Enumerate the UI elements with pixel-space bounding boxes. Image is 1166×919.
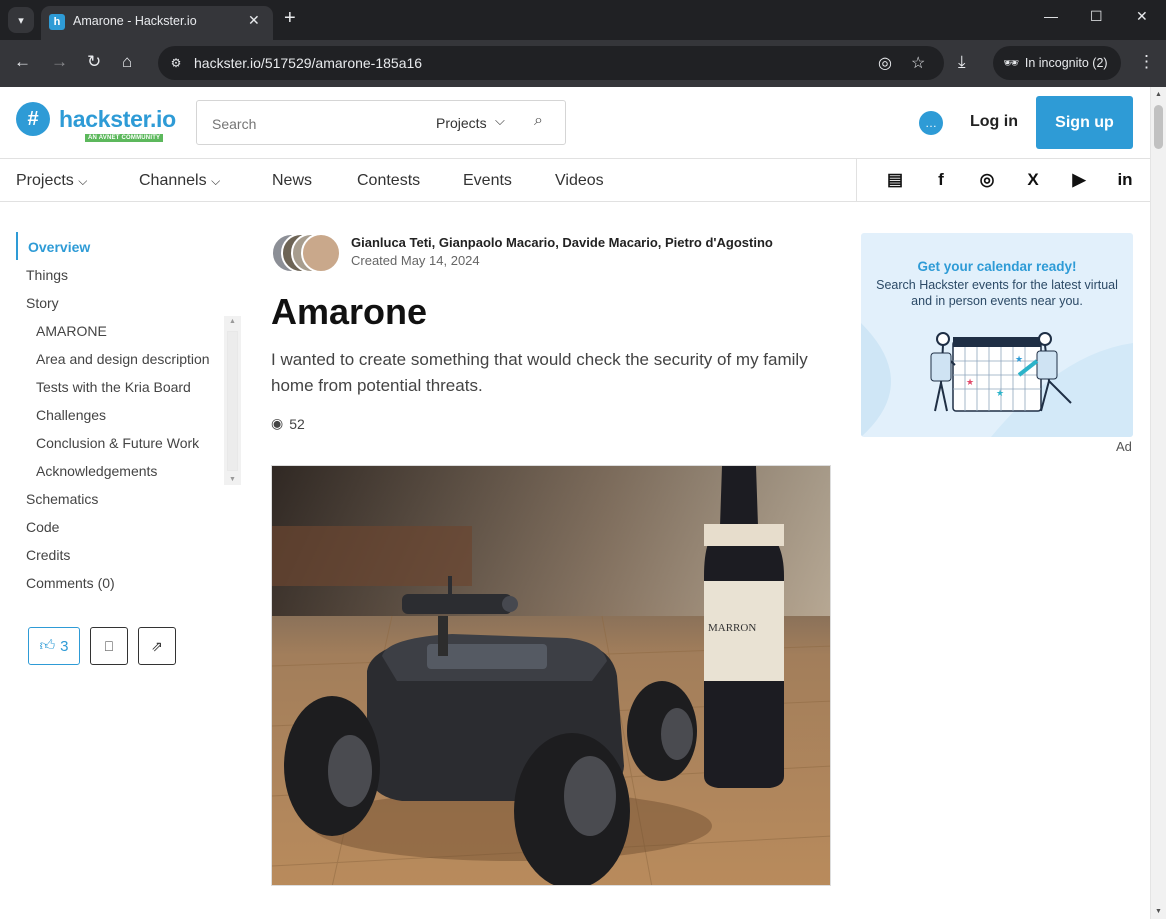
x-icon[interactable]: X [1022,170,1044,190]
linkedin-icon[interactable]: in [1114,170,1136,190]
toc-credits[interactable]: Credits [26,547,70,563]
news-icon[interactable]: ▤ [884,170,906,190]
main-nav: Projects ⌵ Channels ⌵ News Contests Even… [0,158,1150,202]
toc-schematics[interactable]: Schematics [26,491,98,507]
nav-projects[interactable]: Projects ⌵ [16,172,87,190]
minimize-icon[interactable]: — [1044,8,1058,24]
toc-story-conclusion[interactable]: Conclusion & Future Work [36,435,199,451]
author-names[interactable]: Gianluca Teti, Gianpaolo Macario, Davide… [351,235,773,250]
logo-text[interactable]: hackster.io [59,106,176,133]
bookmark-star-icon[interactable]: ☆ [911,53,925,73]
facebook-icon[interactable]: f [930,170,952,190]
nav-news[interactable]: News [272,172,312,190]
address-toolbar: ← → ↻ ⌂ ⚙ hackster.io/517529/amarone-185… [0,40,1166,87]
thumbs-up-icon: 👍︎ [39,637,56,654]
download-icon[interactable]: ⤓ [958,52,966,72]
scroll-up-icon[interactable]: ▲ [1155,91,1162,98]
share-button[interactable]: ⇗ [138,627,176,665]
calendar-illustration: ★ ★ ★ [861,323,1133,437]
nav-channels[interactable]: Channels ⌵ [139,172,220,190]
event-ad-banner[interactable]: Get your calendar ready! Search Hackster… [861,233,1133,437]
toc-things[interactable]: Things [26,267,68,283]
chevron-down-icon[interactable]: ⌵ [495,113,505,129]
back-icon[interactable]: ← [14,52,31,72]
toc-overview[interactable]: Overview [28,239,90,255]
bottle-label-text: MARRON [708,622,756,634]
incognito-icon: 🕶 [1003,55,1019,70]
toc-story-tests-kria[interactable]: Tests with the Kria Board [36,379,191,395]
tab-title: Amarone - Hackster.io [73,14,197,28]
svg-text:★: ★ [1015,355,1023,365]
ad-label: Ad [1116,439,1132,454]
toc-story-challenges[interactable]: Challenges [36,407,106,423]
toc-comments[interactable]: Comments (0) [26,575,115,591]
address-bar[interactable]: ⚙ hackster.io/517529/amarone-185a16 ◎ ☆ [158,46,944,80]
browser-menu-icon[interactable]: ⋮ [1138,52,1155,72]
toc-code[interactable]: Code [26,519,59,535]
browser-tab-strip: ▾ h Amarone - Hackster.io ✕ + — ☐ ✕ [0,0,1166,40]
view-count-value: 52 [289,415,305,432]
created-date: Created May 14, 2024 [351,253,480,268]
avnet-tagline: AN AVNET COMMUNITY [85,134,164,142]
page-scroll-thumb[interactable] [1154,105,1163,149]
toc-scroll-thumb[interactable] [227,331,238,471]
share-icon: ⇗ [151,637,163,654]
incognito-label: In incognito (2) [1024,56,1108,70]
site-settings-icon[interactable]: ⚙ [166,53,186,73]
project-description: I wanted to create something that would … [271,350,808,395]
reload-icon[interactable]: ↻ [87,52,101,72]
hackster-logo-icon[interactable]: # [16,102,50,136]
eye-icon: ◉ [271,415,284,431]
search-input[interactable] [212,116,412,132]
bookmark-icon: ⎕ [104,637,114,654]
robot-wine-photo: MARRON [272,466,830,885]
maximize-icon[interactable]: ☐ [1090,8,1103,25]
tab-close-icon[interactable]: ✕ [248,12,260,29]
hero-image[interactable]: MARRON [271,465,831,886]
incognito-indicator[interactable]: 🕶 In incognito (2) [993,46,1121,80]
new-tab-icon[interactable]: + [284,7,296,30]
youtube-icon[interactable]: ▶ [1068,170,1090,190]
avatar[interactable] [301,233,341,273]
nav-contests[interactable]: Contests [357,172,420,190]
nav-divider [856,159,857,202]
toc-story-area-design[interactable]: Area and design description [36,351,210,367]
nav-events[interactable]: Events [463,172,512,190]
url-text[interactable]: hackster.io/517529/amarone-185a16 [194,55,422,71]
bookmark-button[interactable]: ⎕ [90,627,128,665]
chat-icon[interactable]: … [919,111,943,135]
toc-story[interactable]: Story [26,295,59,311]
search-box[interactable]: Projects ⌵ ⌕ [196,100,566,145]
search-icon[interactable]: ⌕ [534,112,543,130]
page-scrollbar[interactable]: ▲ ▼ [1150,87,1166,919]
eye-off-icon[interactable]: ◎ [878,53,892,73]
home-icon[interactable]: ⌂ [122,52,132,72]
toc-story-amarone[interactable]: AMARONE [36,323,107,339]
scroll-down-icon[interactable]: ▼ [229,476,236,483]
nav-videos[interactable]: Videos [555,172,604,190]
hackster-favicon-icon: h [49,14,65,30]
forward-icon[interactable]: → [51,52,68,72]
signup-button[interactable]: Sign up [1036,96,1133,149]
page: # hackster.io AN AVNET COMMUNITY Project… [0,87,1166,919]
login-link[interactable]: Log in [970,113,1018,131]
toc-scrollbar[interactable]: ▲ ▼ [224,316,241,485]
instagram-icon[interactable]: ◎ [976,170,998,190]
view-count: ◉ 52 [271,415,305,432]
author-avatars[interactable] [271,233,343,275]
search-scope-select[interactable]: Projects [436,115,487,131]
toc-story-acknowledgements[interactable]: Acknowledgements [36,463,157,479]
window-close-icon[interactable]: ✕ [1136,8,1148,25]
scroll-down-icon[interactable]: ▼ [1155,908,1162,915]
browser-tab[interactable]: h Amarone - Hackster.io ✕ [41,6,273,40]
toc-active-marker [16,232,18,260]
scroll-up-icon[interactable]: ▲ [229,318,236,325]
svg-text:★: ★ [966,378,974,388]
project-title: Amarone [271,291,428,332]
like-count: 3 [60,637,69,655]
svg-text:★: ★ [996,389,1004,399]
like-button[interactable]: 👍︎ 3 [28,627,80,665]
tab-search-icon[interactable]: ▾ [8,7,34,33]
